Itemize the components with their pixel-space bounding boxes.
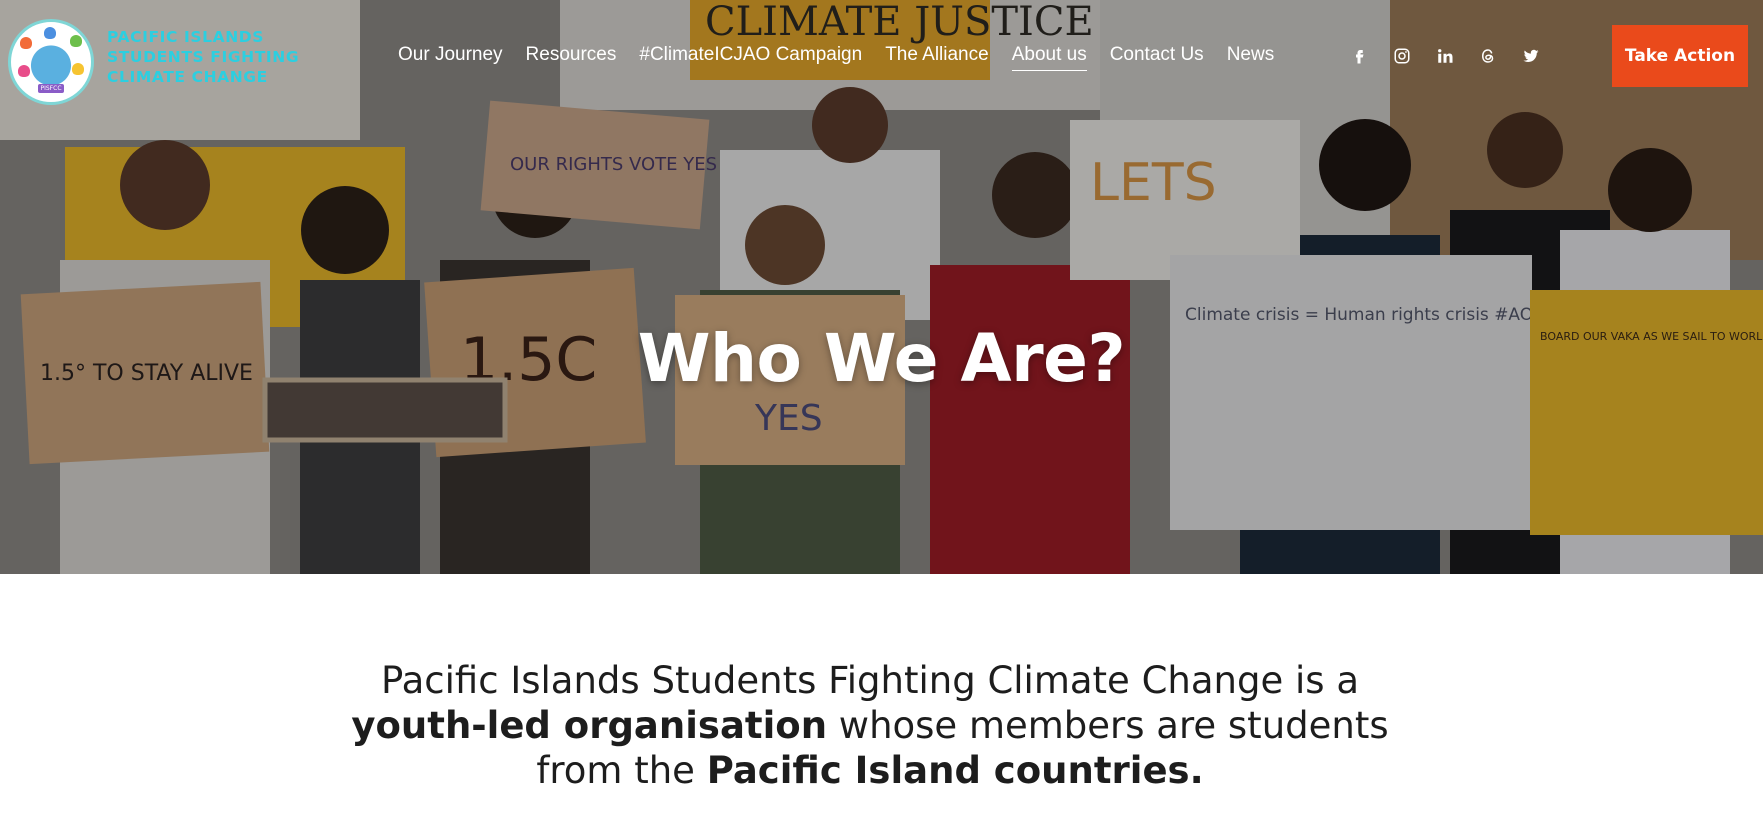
logo-globe-icon: PISFCC bbox=[16, 27, 86, 97]
nav-contact-us[interactable]: Contact Us bbox=[1110, 44, 1204, 70]
intro-bold-youth-led: youth-led organisation bbox=[351, 704, 828, 747]
logo-badge: PISFCC bbox=[38, 84, 64, 93]
org-name-line-2: STUDENTS FIGHTING bbox=[107, 48, 300, 66]
nav-resources[interactable]: Resources bbox=[526, 44, 617, 70]
nav-news[interactable]: News bbox=[1227, 44, 1275, 70]
threads-icon[interactable] bbox=[1479, 45, 1522, 67]
org-name-line-3: CLIMATE CHANGE bbox=[107, 68, 268, 86]
linkedin-icon[interactable] bbox=[1436, 45, 1479, 67]
twitter-icon[interactable] bbox=[1522, 45, 1565, 67]
hero-title: Who We Are? bbox=[637, 320, 1126, 397]
take-action-button[interactable]: Take Action bbox=[1612, 25, 1748, 87]
org-logo[interactable]: PISFCC bbox=[8, 19, 94, 105]
intro-text: Pacific Islands Students Fighting Climat… bbox=[340, 658, 1400, 793]
hero-section: CLIMATE JUSTICE 1.5° TO STAY ALIVE 1.5C … bbox=[0, 0, 1763, 574]
social-links bbox=[1350, 45, 1565, 67]
nav-about-us[interactable]: About us bbox=[1011, 44, 1087, 71]
intro-part-1: Pacific Islands Students Fighting Climat… bbox=[380, 659, 1359, 702]
org-name[interactable]: PACIFIC ISLANDS STUDENTS FIGHTING CLIMAT… bbox=[107, 27, 307, 87]
instagram-icon[interactable] bbox=[1393, 45, 1436, 67]
nav-the-alliance[interactable]: The Alliance bbox=[885, 44, 989, 70]
nav-our-journey[interactable]: Our Journey bbox=[398, 44, 503, 70]
main-nav: Our Journey Resources #ClimateICJAO Camp… bbox=[398, 44, 1297, 71]
org-name-line-1: PACIFIC ISLANDS bbox=[107, 28, 265, 46]
nav-climate-icjao-campaign[interactable]: #ClimateICJAO Campaign bbox=[639, 44, 862, 70]
intro-bold-pacific-countries: Pacific Island countries. bbox=[706, 749, 1204, 792]
facebook-icon[interactable] bbox=[1350, 45, 1393, 67]
